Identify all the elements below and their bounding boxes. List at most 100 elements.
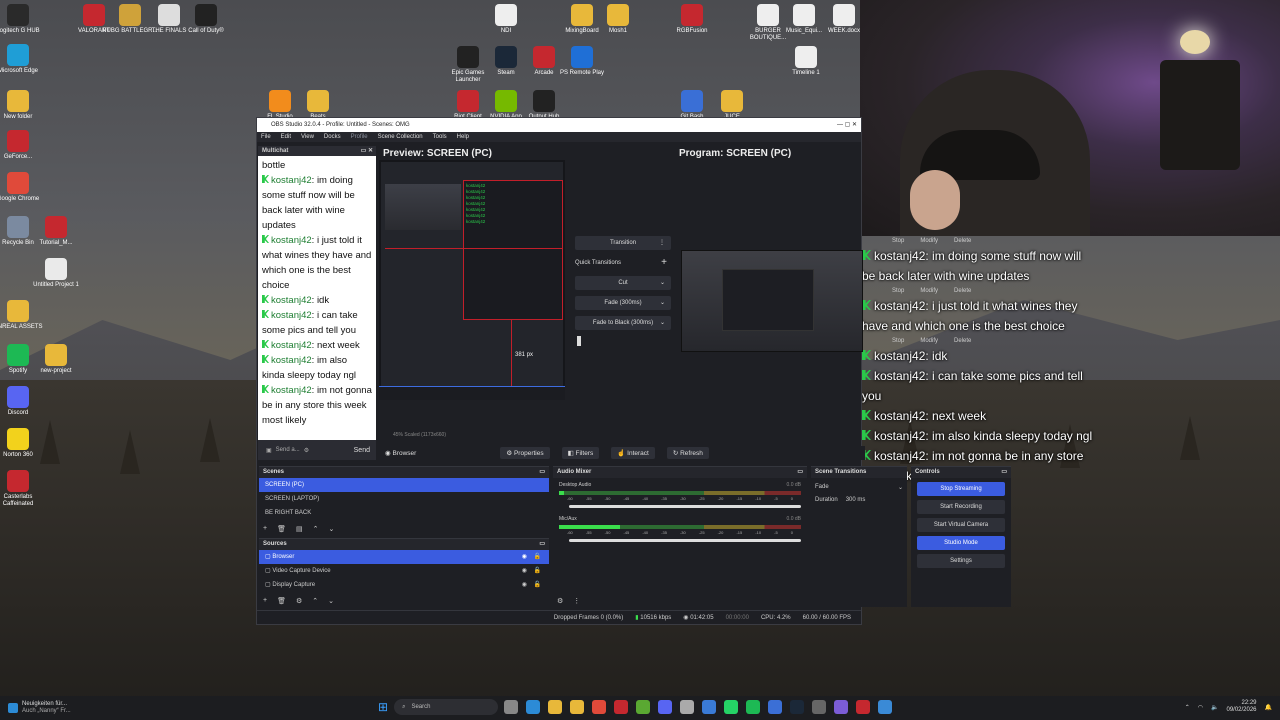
- source-item[interactable]: ▢ Video Capture Device ◉ 🔓: [259, 564, 549, 578]
- taskbar-app-icon[interactable]: [834, 700, 849, 714]
- wifi-icon[interactable]: ◠: [1198, 704, 1203, 711]
- chevron-down-icon[interactable]: ⌄: [660, 276, 665, 290]
- preview-browser-source[interactable]: kostanj42 kostanj42 kostanj42 kostanj42 kost…: [463, 180, 563, 320]
- window-controls[interactable]: — ▢ ✕: [837, 118, 857, 132]
- lock-icon[interactable]: 🔓: [534, 578, 541, 590]
- taskbar-app-icon[interactable]: [702, 700, 717, 714]
- trash-icon[interactable]: 🗑: [277, 597, 286, 605]
- menu-item-file[interactable]: File: [261, 132, 271, 142]
- windows-start-icon[interactable]: ⊞: [378, 700, 388, 714]
- chat-username[interactable]: kostanj42: [271, 385, 312, 396]
- filters-button[interactable]: ◧ Filters: [561, 447, 600, 459]
- chat-username[interactable]: kostanj42: [271, 175, 312, 186]
- notification-icon[interactable]: 🔔: [1265, 704, 1272, 711]
- volume-fader[interactable]: [569, 505, 801, 508]
- lock-icon[interactable]: 🔓: [534, 550, 541, 564]
- source-list[interactable]: ▢ Browser ◉ 🔓 ▢ Video Capture Device ◉ 🔓 ▢ Dis…: [259, 550, 549, 590]
- more-icon[interactable]: ⋮: [573, 597, 580, 605]
- desktop-icon[interactable]: new-project: [28, 344, 84, 375]
- transition-button[interactable]: Transition ⋮: [575, 236, 671, 250]
- desktop-icon[interactable]: GeForce...: [0, 130, 46, 161]
- chat-username[interactable]: kostanj42: [271, 310, 312, 321]
- taskbar-app-icon[interactable]: [746, 700, 761, 714]
- taskbar-app-icon[interactable]: [548, 700, 563, 714]
- plus-icon[interactable]: +: [263, 597, 267, 605]
- taskbar-app-icon[interactable]: [878, 700, 893, 714]
- desktop-icon[interactable]: Timeline 1: [778, 46, 834, 77]
- quick-transition-item[interactable]: Fade (300ms) ⌄: [575, 296, 671, 310]
- desktop-icon[interactable]: Call of Duty®: [178, 4, 234, 35]
- search-box[interactable]: ⌕ Search: [394, 699, 499, 715]
- gear-icon[interactable]: ⚙: [557, 597, 563, 605]
- desktop-icon[interactable]: Norton 360: [0, 428, 46, 459]
- eye-icon[interactable]: ◉: [522, 564, 527, 578]
- desktop-icon[interactable]: Casterlabs Caffeinated: [0, 470, 46, 508]
- clock[interactable]: 22:29 09/02/2026: [1226, 700, 1256, 714]
- eye-icon[interactable]: ◉: [522, 578, 527, 590]
- chat-username[interactable]: kostanj42: [271, 235, 312, 246]
- taskbar-app-icon[interactable]: [724, 700, 739, 714]
- menu-bar[interactable]: File Edit View Docks Profile Scene Collection…: [257, 132, 861, 142]
- studio-mode-button[interactable]: Studio Mode: [917, 536, 1005, 550]
- taskbar-app-icon[interactable]: [592, 700, 607, 714]
- taskbar-app-icon[interactable]: [614, 700, 629, 714]
- close-icon[interactable]: ▭: [539, 467, 545, 478]
- quick-transition-item[interactable]: Fade to Black (300ms) ⌄: [575, 316, 671, 330]
- start-recording-button[interactable]: Start Recording: [917, 500, 1005, 514]
- taskbar-app-icon[interactable]: [636, 700, 651, 714]
- taskbar-app-icon[interactable]: [504, 700, 519, 714]
- start-virtual-camera-button[interactable]: Start Virtual Camera: [917, 518, 1005, 532]
- gear-icon[interactable]: ⚙: [296, 597, 302, 605]
- desktop-icon[interactable]: Mosh1: [590, 4, 646, 35]
- chat-username[interactable]: kostanj42: [271, 355, 312, 366]
- desktop-icon[interactable]: New folder: [0, 90, 46, 121]
- desktop-icon[interactable]: Google Chrome: [0, 172, 46, 203]
- properties-button[interactable]: ⚙ Properties: [500, 447, 550, 459]
- interact-button[interactable]: ☝ Interact: [611, 447, 655, 459]
- stop-streaming-button[interactable]: Stop Streaming: [917, 482, 1005, 496]
- plus-icon[interactable]: +: [263, 525, 267, 533]
- quick-transition-item[interactable]: Cut ⌄: [575, 276, 671, 290]
- transition-select[interactable]: Fade ⌄: [815, 484, 903, 491]
- taskbar-app-icon[interactable]: [658, 700, 673, 714]
- taskbar-app-icon[interactable]: [812, 700, 827, 714]
- more-icon[interactable]: ⋮: [659, 236, 665, 250]
- source-item[interactable]: ▢ Display Capture ◉ 🔓: [259, 578, 549, 590]
- arrow-up-icon[interactable]: ⌃: [312, 597, 318, 605]
- volume-fader[interactable]: [569, 539, 801, 542]
- desktop-icon[interactable]: Discord: [0, 386, 46, 417]
- desktop-icon[interactable]: Untitled Project 1: [28, 258, 84, 289]
- chat-username[interactable]: kostanj42: [271, 340, 312, 351]
- menu-item-edit[interactable]: Edit: [281, 132, 291, 142]
- taskbar-app-icon[interactable]: [790, 700, 805, 714]
- scene-item[interactable]: SCREEN (PC): [259, 478, 549, 492]
- arrow-up-icon[interactable]: ⌃: [313, 525, 319, 533]
- chat-username[interactable]: kostanj42: [271, 295, 312, 306]
- plus-icon[interactable]: +: [661, 256, 667, 270]
- menu-item-scene-collection[interactable]: Scene Collection: [378, 132, 423, 142]
- menu-item-docks[interactable]: Docks: [324, 132, 341, 142]
- obs-window[interactable]: OBS Studio 32.0.4 - Profile: Untitled - …: [256, 117, 1011, 625]
- desktop-icon[interactable]: UNREAL ASSETS: [0, 300, 46, 331]
- close-icon[interactable]: ▭: [539, 539, 545, 550]
- taskbar-app-icon[interactable]: [856, 700, 871, 714]
- scene-item[interactable]: SCREEN (LAPTOP): [259, 492, 549, 506]
- taskbar-app-icon[interactable]: [570, 700, 585, 714]
- arrow-down-icon[interactable]: ⌄: [328, 525, 334, 533]
- menu-item-tools[interactable]: Tools: [433, 132, 447, 142]
- arrow-down-icon[interactable]: ⌄: [328, 597, 334, 605]
- desktop-icon[interactable]: RGBFusion: [664, 4, 720, 35]
- send-button[interactable]: Send: [354, 447, 370, 454]
- desktop-icon[interactable]: PS Remote Play: [554, 46, 610, 77]
- close-icon[interactable]: ▭: [1001, 467, 1007, 478]
- settings-button[interactable]: Settings: [917, 554, 1005, 568]
- chevron-up-icon[interactable]: ⌃: [1185, 704, 1190, 711]
- desktop-icon[interactable]: Microsoft Edge: [0, 44, 46, 75]
- source-item[interactable]: ▢ Browser ◉ 🔓: [259, 550, 549, 564]
- lock-icon[interactable]: 🔓: [534, 564, 541, 578]
- preview-canvas[interactable]: kostanj42 kostanj42 kostanj42 kostanj42 kost…: [379, 160, 565, 400]
- trash-icon[interactable]: 🗑: [277, 525, 286, 533]
- menu-item-help[interactable]: Help: [457, 132, 469, 142]
- taskbar-app-icon[interactable]: [526, 700, 541, 714]
- chevron-down-icon[interactable]: ⌄: [660, 296, 665, 310]
